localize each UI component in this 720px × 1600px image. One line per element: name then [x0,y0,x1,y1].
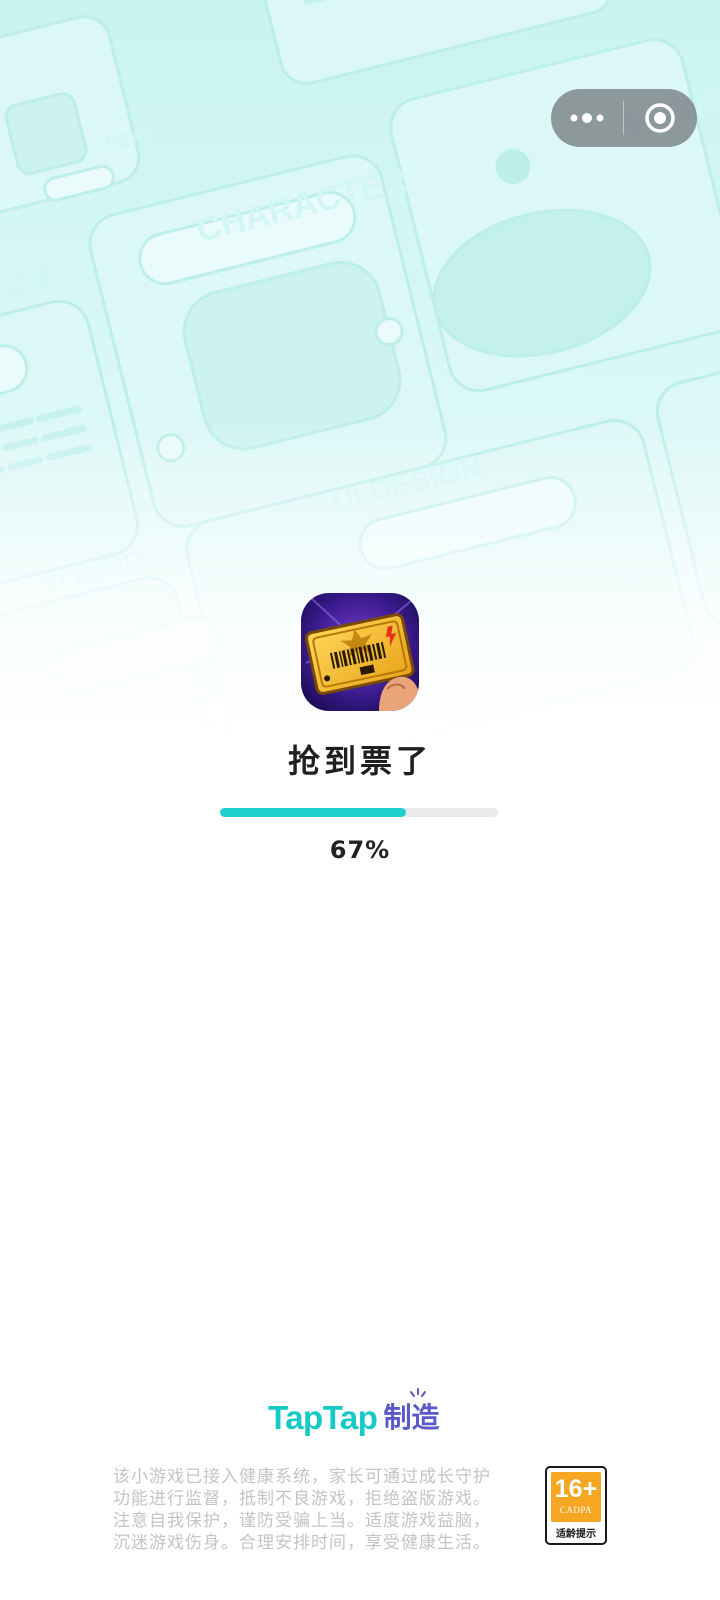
mini-program-capsule [551,89,697,147]
taptap-brand-logo: TapTap 制造 [268,1388,440,1438]
more-button[interactable] [551,89,623,147]
loading-progress-bar [220,808,498,817]
golden-ticket-icon [301,593,419,711]
health-gaming-notice: 该小游戏已接入健康系统，家长可通过成长守护 功能进行监督，抵制不良游戏，拒绝盗版… [113,1466,533,1554]
app-title: 抢到票了 [287,742,432,780]
notice-line: 注意自我保护，谨防受骗上当。适度游戏益脑， [113,1511,491,1531]
app-icon [301,593,419,711]
brand-make-text: 制造 [383,1388,440,1438]
age-rating-number: 16+ [554,1475,598,1503]
target-circle-icon [645,103,675,133]
notice-line: 功能进行监督，抵制不良游戏，拒绝盗版游戏。 [113,1489,491,1509]
notice-line: 该小游戏已接入健康系统，家长可通过成长守护 [113,1467,491,1487]
loading-progress-fill [220,808,407,817]
loading-progress-text: 67% [329,836,391,864]
notice-line: 沉迷游戏伤身。合理安排时间，享受健康生活。 [113,1533,491,1553]
age-rating-top: 16+ CADPA [551,1472,601,1522]
close-button[interactable] [624,89,696,147]
age-rating-label: 适龄提示 [556,1529,596,1540]
brand-taptap-text: TapTap [268,1399,378,1436]
age-rating-badge: 16+ CADPA 适龄提示 [545,1466,607,1545]
more-dots-icon [570,113,604,123]
brand-make-label: 制造 [383,1401,440,1434]
age-rating-org: CADPA [559,1505,593,1515]
sparkle-icon [410,1388,427,1397]
